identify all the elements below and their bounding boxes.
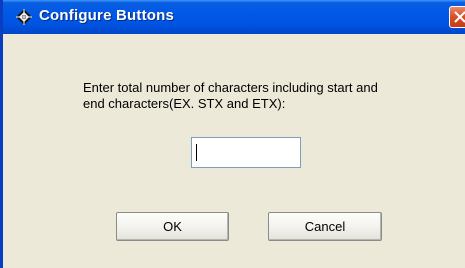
configure-buttons-dialog: Configure Buttons Enter total number of … [0,0,465,268]
close-button[interactable] [449,6,465,28]
text-caret [196,144,197,161]
cancel-button[interactable]: Cancel [268,212,382,241]
character-count-input[interactable] [191,137,301,168]
window-title: Configure Buttons [39,7,175,24]
ok-button[interactable]: OK [116,212,229,241]
title-bar[interactable]: Configure Buttons [3,0,465,34]
prompt-text: Enter total number of characters includi… [83,80,378,111]
diamond-app-icon [16,9,32,25]
